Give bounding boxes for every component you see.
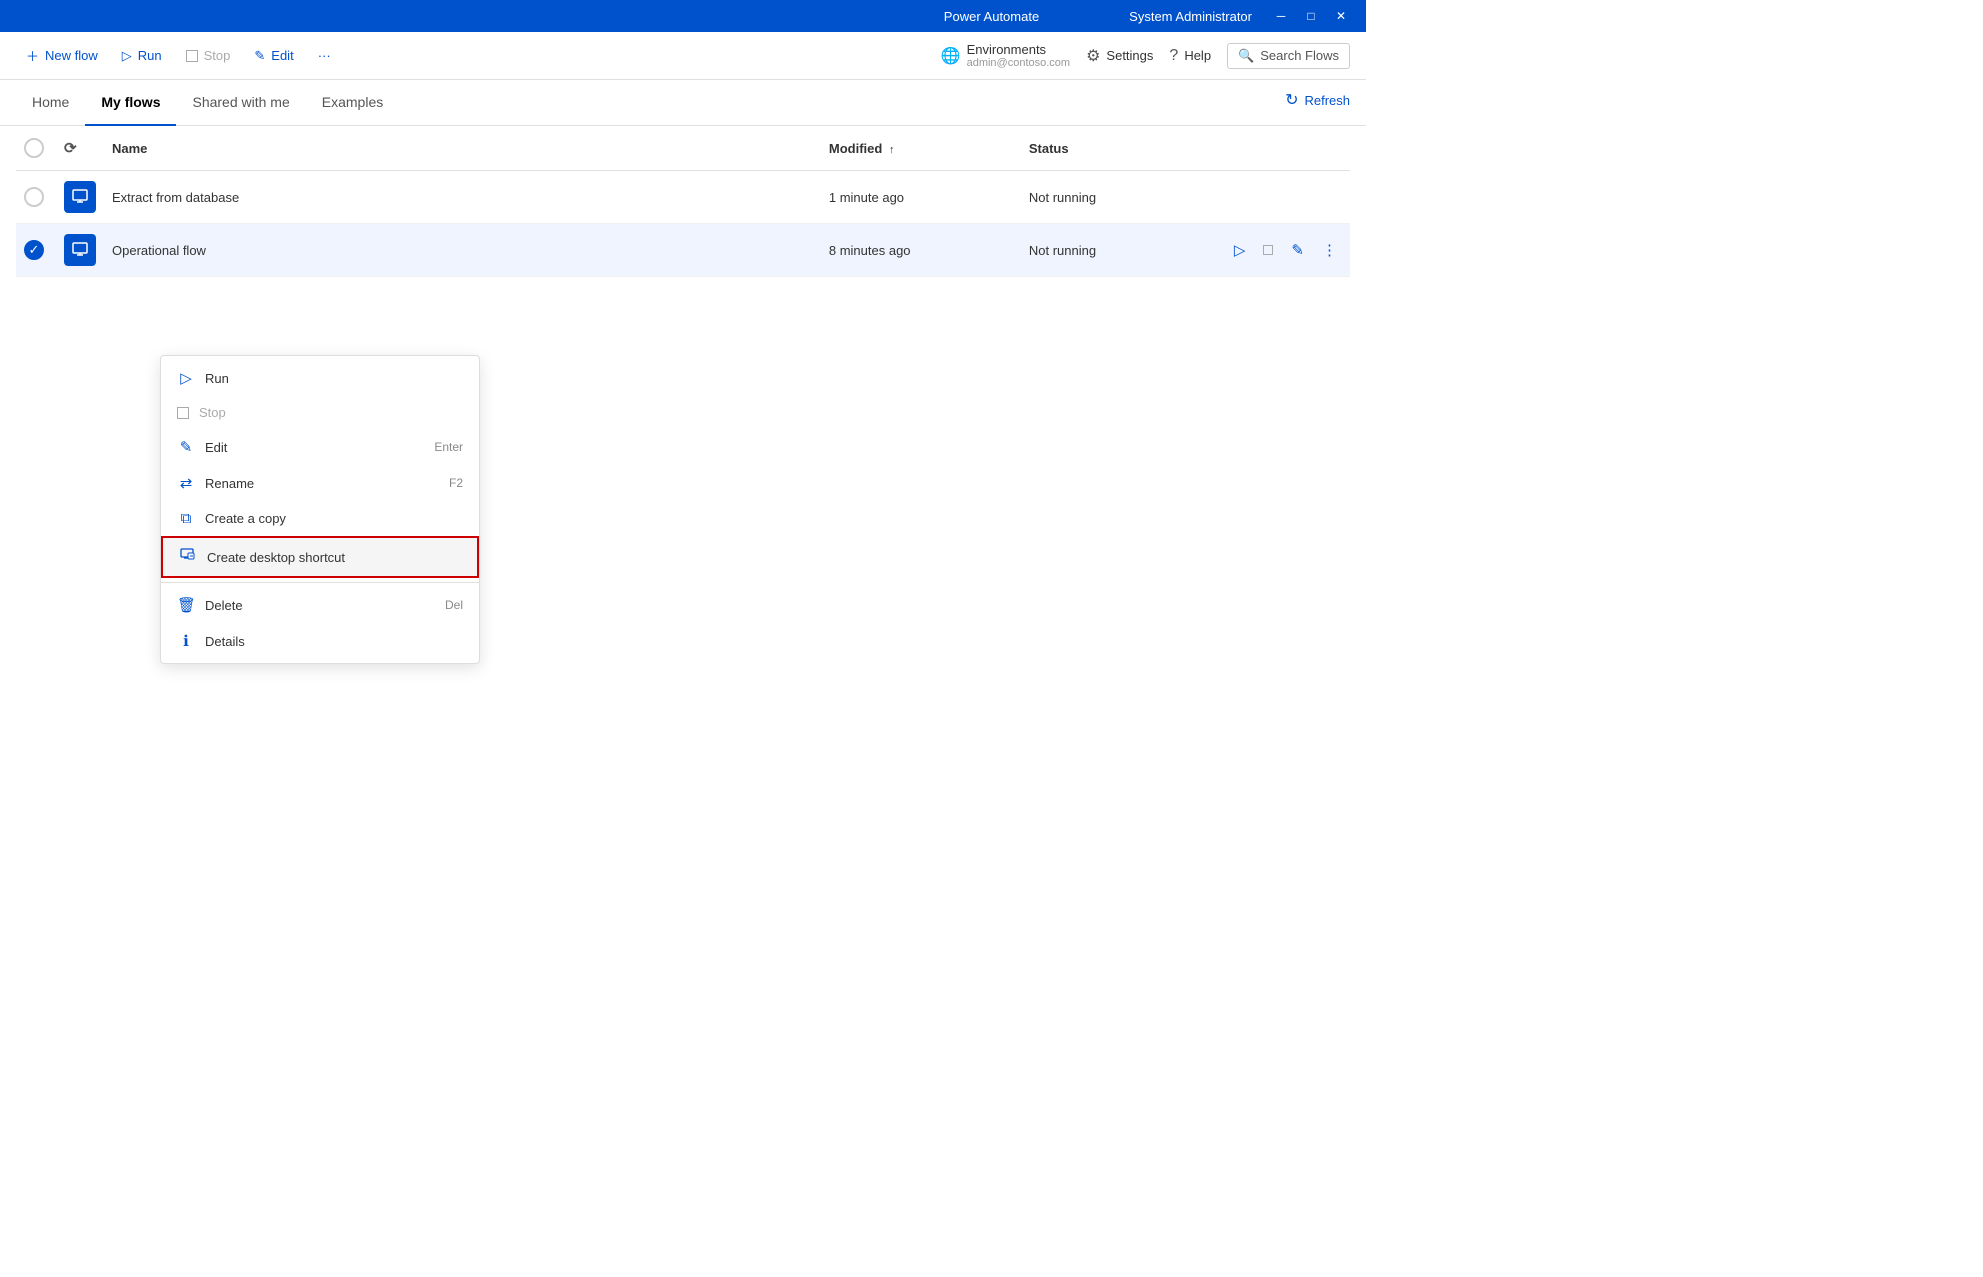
desktop-shortcut-icon: [179, 547, 197, 567]
row2-status: Not running: [1021, 224, 1221, 277]
actions-column-header: [1221, 126, 1350, 171]
stop-button[interactable]: Stop: [176, 42, 241, 69]
context-menu-rename[interactable]: ⇄ Rename F2: [161, 465, 479, 501]
title-bar-title: Power Automate: [944, 9, 1039, 24]
help-button[interactable]: ? Help: [1169, 47, 1211, 65]
info-icon: ℹ: [177, 632, 195, 650]
refresh-icon: ↻: [1285, 90, 1298, 110]
run-icon: ▷: [177, 369, 195, 387]
row2-checkbox[interactable]: ✓: [24, 240, 44, 260]
sort-arrow-icon: ↑: [889, 144, 895, 156]
row2-icon-cell: [56, 224, 104, 277]
plus-icon: ＋: [26, 46, 39, 65]
flow-type-icon: ⟳: [64, 140, 77, 157]
row2-name[interactable]: Operational flow: [104, 224, 821, 277]
settings-button[interactable]: ⚙ Settings: [1086, 46, 1153, 66]
edit-icon: ✎: [177, 438, 195, 456]
refresh-button[interactable]: ↻ Refresh: [1285, 90, 1350, 110]
search-flows-box[interactable]: 🔍 Search Flows: [1227, 43, 1350, 69]
row1-checkbox-cell[interactable]: [16, 171, 56, 224]
environments-button[interactable]: 🌐 Environments admin@contoso.com: [941, 42, 1070, 69]
tab-my-flows[interactable]: My flows: [85, 80, 176, 126]
help-icon: ?: [1169, 47, 1178, 65]
rename-icon: ⇄: [177, 474, 195, 492]
stop-icon: [177, 407, 189, 419]
stop-icon: [186, 50, 198, 62]
toolbar-right: 🌐 Environments admin@contoso.com ⚙ Setti…: [941, 42, 1350, 69]
row2-actions: ▷ ✎ ⋮: [1221, 224, 1350, 277]
title-bar: Power Automate System Administrator ─ □ …: [0, 0, 1366, 32]
gear-icon: ⚙: [1086, 46, 1100, 66]
table-row[interactable]: Extract from database 1 minute ago Not r…: [16, 171, 1350, 224]
edit-icon: ✎: [254, 48, 265, 64]
context-menu-delete[interactable]: 🗑 Delete Del: [161, 587, 479, 623]
name-column-header[interactable]: Name: [104, 126, 821, 171]
edit-button[interactable]: ✎ Edit: [244, 42, 303, 70]
copy-icon: ⧉: [177, 510, 195, 527]
modified-column-header[interactable]: Modified ↑: [821, 126, 1021, 171]
status-column-header: Status: [1021, 126, 1221, 171]
system-admin-label: System Administrator: [1129, 9, 1252, 24]
new-flow-button[interactable]: ＋ New flow: [16, 40, 108, 71]
row2-flow-icon: [64, 234, 96, 266]
row1-flow-icon: [64, 181, 96, 213]
row1-actions: [1221, 171, 1350, 224]
row2-more-button[interactable]: ⋮: [1317, 238, 1342, 262]
context-menu-shortcut[interactable]: Create desktop shortcut: [161, 536, 479, 578]
select-all-header[interactable]: [16, 126, 56, 171]
minimize-button[interactable]: ─: [1268, 3, 1294, 29]
context-menu-run[interactable]: ▷ Run: [161, 360, 479, 396]
context-menu-stop[interactable]: Stop: [161, 396, 479, 429]
flows-table: ⟳ Name Modified ↑ Status: [16, 126, 1350, 277]
main-content: ⟳ Name Modified ↑ Status: [0, 126, 1366, 277]
run-icon: ▷: [122, 48, 132, 64]
table-row[interactable]: ✓ Operational flow 8 minutes ago Not run…: [16, 224, 1350, 277]
tab-home[interactable]: Home: [16, 80, 85, 126]
context-menu-details[interactable]: ℹ Details: [161, 623, 479, 659]
tab-shared-with-me[interactable]: Shared with me: [176, 80, 305, 126]
row2-action-buttons: ▷ ✎ ⋮: [1229, 238, 1342, 262]
row1-modified: 1 minute ago: [821, 171, 1021, 224]
row1-name[interactable]: Extract from database: [104, 171, 821, 224]
row2-stop-button[interactable]: [1258, 239, 1278, 262]
run-button[interactable]: ▷ Run: [112, 42, 172, 70]
close-button[interactable]: ✕: [1328, 3, 1354, 29]
row1-status: Not running: [1021, 171, 1221, 224]
context-menu-divider: [161, 582, 479, 583]
nav-tabs: Home My flows Shared with me Examples ↻ …: [0, 80, 1366, 126]
select-all-checkbox[interactable]: [24, 138, 44, 158]
row2-checkbox-cell[interactable]: ✓: [16, 224, 56, 277]
row2-modified: 8 minutes ago: [821, 224, 1021, 277]
row1-checkbox[interactable]: [24, 187, 44, 207]
flow-icon-header: ⟳: [56, 126, 104, 171]
row1-icon-cell: [56, 171, 104, 224]
search-icon: 🔍: [1238, 48, 1254, 64]
toolbar: ＋ New flow ▷ Run Stop ✎ Edit ··· 🌐 Envir…: [0, 32, 1366, 80]
context-menu-edit[interactable]: ✎ Edit Enter: [161, 429, 479, 465]
delete-icon: 🗑: [177, 596, 195, 614]
more-button[interactable]: ···: [308, 42, 341, 69]
globe-icon: 🌐: [941, 46, 961, 66]
tab-examples[interactable]: Examples: [306, 80, 399, 126]
row2-run-button[interactable]: ▷: [1229, 238, 1251, 262]
maximize-button[interactable]: □: [1298, 3, 1324, 29]
context-menu: ▷ Run Stop ✎ Edit Enter ⇄ Rename F2 ⧉ Cr…: [160, 355, 480, 664]
row2-edit-button[interactable]: ✎: [1286, 238, 1309, 262]
context-menu-copy[interactable]: ⧉ Create a copy: [161, 501, 479, 536]
